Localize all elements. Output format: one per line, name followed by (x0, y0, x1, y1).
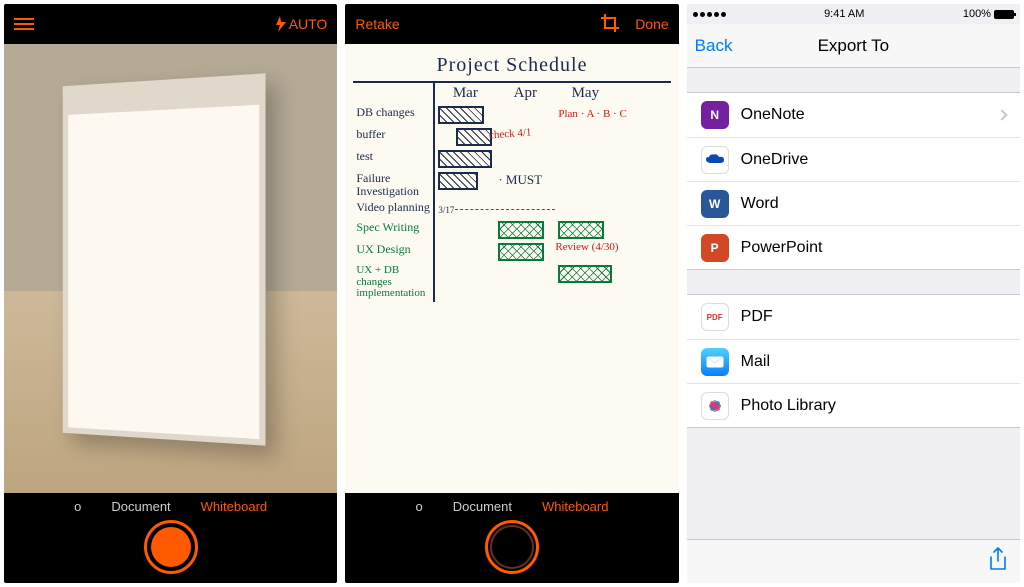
whiteboard-grid: Mar Apr May DB changes Plan · A · B · C … (353, 81, 670, 302)
crop-button[interactable] (601, 14, 619, 35)
row-failure: Failure Investigation (353, 170, 435, 199)
list-label: OneNote (741, 106, 805, 124)
row-ux: UX Design (353, 241, 435, 263)
back-button[interactable]: Back (695, 36, 733, 56)
whiteboard-in-scene (63, 73, 265, 446)
annotation-date: 3/17 (438, 205, 454, 215)
battery-indicator: 100% (963, 8, 1014, 20)
camera-top-bar: AUTO (4, 4, 337, 44)
mode-whiteboard[interactable]: Whiteboard (542, 499, 608, 514)
col-apr: Apr (495, 83, 555, 104)
row-spec: Spec Writing (353, 219, 435, 241)
review-bottom-bar: o Document Whiteboard (345, 493, 678, 583)
flash-icon (276, 16, 286, 32)
shutter-button[interactable] (485, 520, 539, 574)
export-powerpoint[interactable]: P PowerPoint (687, 225, 1020, 269)
camera-capture-panel: AUTO o Document Whiteboard (4, 4, 337, 583)
whiteboard-title: Project Schedule (353, 54, 670, 77)
flash-toggle[interactable]: AUTO (276, 16, 328, 32)
mode-photo[interactable]: o (74, 499, 81, 514)
retake-button[interactable]: Retake (355, 16, 399, 32)
shutter-button[interactable] (144, 520, 198, 574)
col-mar: Mar (435, 83, 495, 104)
export-pdf[interactable]: PDF PDF (687, 295, 1020, 339)
mode-document[interactable]: Document (453, 499, 512, 514)
mail-icon (701, 348, 729, 376)
signal-icon (693, 12, 726, 17)
mode-photo[interactable]: o (416, 499, 423, 514)
export-photo-library[interactable]: Photo Library (687, 383, 1020, 427)
list-label: OneDrive (741, 151, 809, 169)
camera-bottom-bar: o Document Whiteboard (4, 493, 337, 583)
export-panel: 9:41 AM 100% Back Export To N OneNote On… (687, 4, 1020, 583)
export-mail[interactable]: Mail (687, 339, 1020, 383)
review-top-bar: Retake Done (345, 4, 678, 44)
review-panel: Retake Done Project Schedule Mar Apr May… (345, 4, 678, 583)
mode-whiteboard[interactable]: Whiteboard (201, 499, 267, 514)
capture-mode-selector[interactable]: o Document Whiteboard (416, 493, 609, 514)
photos-icon (701, 392, 729, 420)
nav-bar: Back Export To (687, 24, 1020, 68)
status-time: 9:41 AM (824, 8, 864, 20)
captured-whiteboard: Project Schedule Mar Apr May DB changes … (345, 44, 678, 493)
export-apps-group: N OneNote OneDrive W Word P PowerPoint (687, 92, 1020, 270)
list-label: Mail (741, 353, 770, 371)
onenote-icon: N (701, 101, 729, 129)
capture-mode-selector[interactable]: o Document Whiteboard (74, 493, 267, 514)
nav-title: Export To (818, 36, 890, 56)
ios-status-bar: 9:41 AM 100% (687, 4, 1020, 24)
share-icon (988, 547, 1008, 571)
powerpoint-icon: P (701, 234, 729, 262)
bottom-toolbar (687, 539, 1020, 583)
onedrive-icon (701, 146, 729, 174)
menu-button[interactable] (14, 18, 34, 30)
word-icon: W (701, 190, 729, 218)
row-db-changes: DB changes (353, 104, 435, 126)
annotation-must: · MUST (495, 170, 555, 199)
list-label: Word (741, 195, 779, 213)
export-word[interactable]: W Word (687, 181, 1020, 225)
col-may: May (555, 83, 615, 104)
export-onedrive[interactable]: OneDrive (687, 137, 1020, 181)
flash-mode-label: AUTO (289, 16, 328, 32)
share-button[interactable] (988, 547, 1008, 576)
row-test: test (353, 148, 435, 170)
export-onenote[interactable]: N OneNote (687, 93, 1020, 137)
list-label: PowerPoint (741, 239, 823, 257)
mode-document[interactable]: Document (111, 499, 170, 514)
annotation-review: Review (4/30) (555, 241, 618, 253)
export-other-group: PDF PDF Mail (687, 294, 1020, 428)
pdf-icon: PDF (701, 303, 729, 331)
row-uxdb: UX + DB changes implementation (353, 263, 435, 302)
battery-percent: 100% (963, 8, 991, 20)
annotation-check: check 4/1 (489, 127, 532, 142)
list-label: Photo Library (741, 397, 836, 415)
camera-viewfinder[interactable] (4, 44, 337, 493)
done-button[interactable]: Done (635, 16, 668, 32)
crop-icon (601, 14, 619, 32)
chevron-right-icon (996, 109, 1007, 120)
annotation-plan: Plan · A · B · C (558, 108, 626, 120)
row-video: Video planning (353, 199, 435, 219)
row-buffer: buffer (353, 126, 435, 148)
list-label: PDF (741, 308, 773, 326)
